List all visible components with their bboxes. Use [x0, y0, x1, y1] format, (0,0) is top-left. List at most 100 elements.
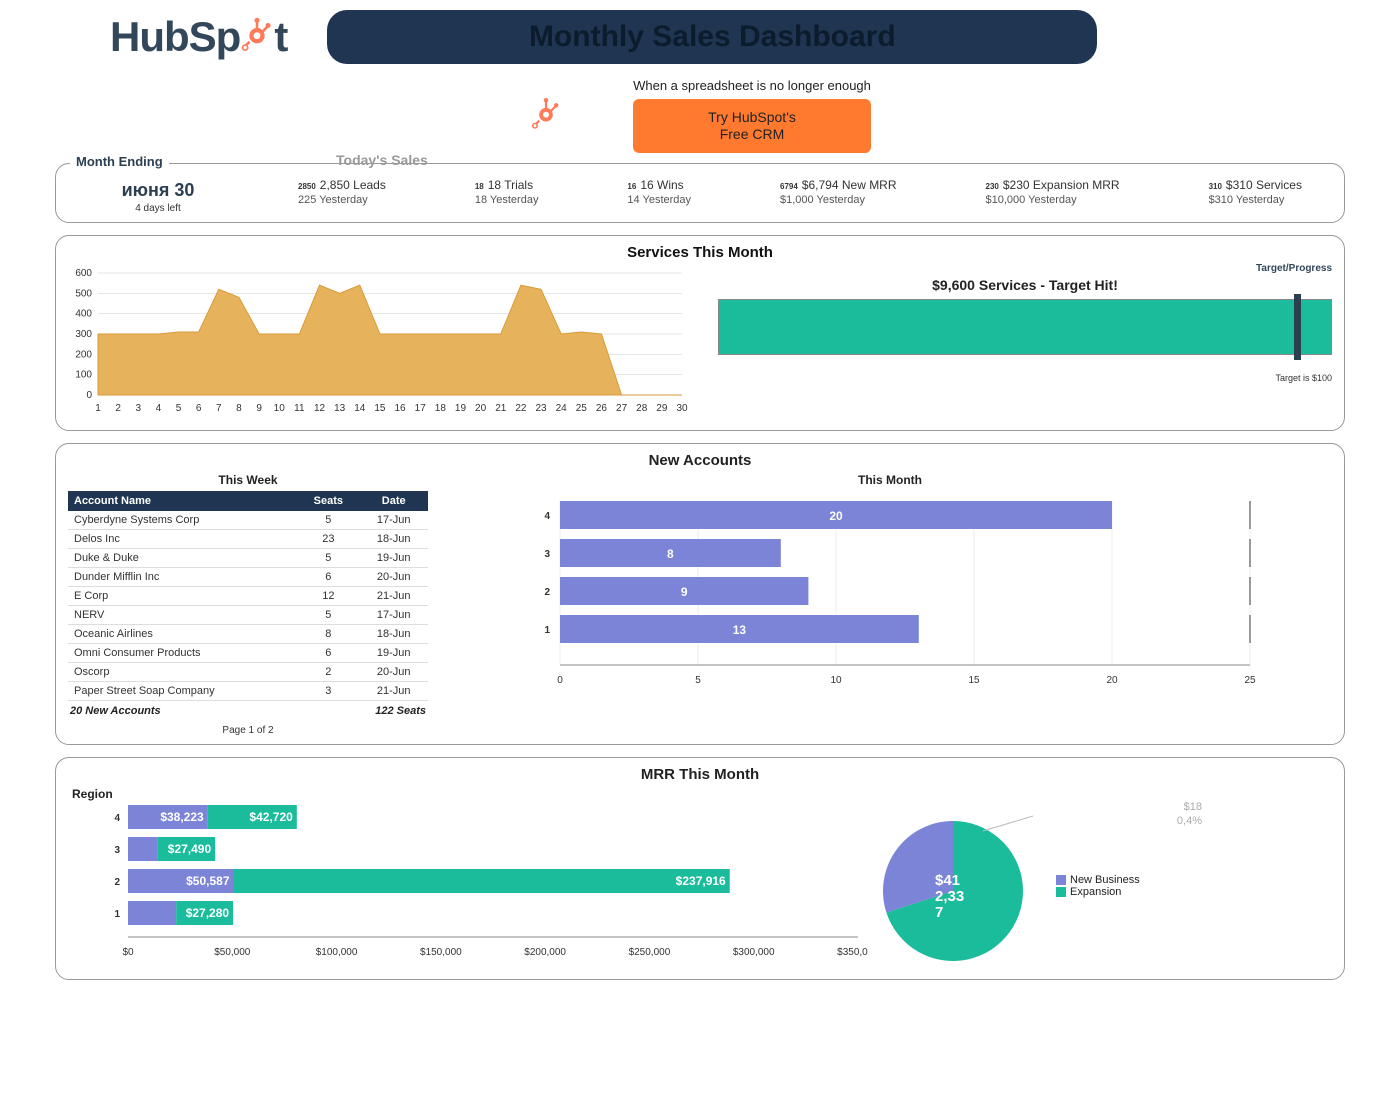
svg-text:3: 3	[135, 403, 141, 414]
accounts-footer-right: 122 Seats	[375, 705, 426, 717]
svg-text:14: 14	[354, 403, 366, 414]
region-label: Region	[72, 787, 1332, 801]
new-accounts-title: New Accounts	[68, 452, 1332, 469]
svg-text:$200,000: $200,000	[524, 947, 566, 958]
svg-text:8: 8	[236, 403, 242, 414]
svg-text:20: 20	[475, 403, 487, 414]
target-marker	[1294, 294, 1301, 360]
svg-text:300: 300	[75, 329, 92, 340]
svg-text:3: 3	[544, 549, 550, 560]
stat-item: 6794$6,794 New MRR$1,000 Yesterday	[780, 178, 897, 206]
svg-text:9: 9	[681, 585, 688, 599]
svg-text:11: 11	[294, 403, 305, 414]
table-row: Omni Consumer Products619-Jun	[68, 643, 428, 662]
svg-text:$300,000: $300,000	[733, 947, 775, 958]
hubspot-logo: HubSp t	[110, 13, 287, 61]
col-date: Date	[359, 491, 428, 511]
svg-text:12: 12	[314, 403, 326, 414]
svg-text:19: 19	[455, 403, 467, 414]
svg-text:$237,916: $237,916	[676, 874, 726, 888]
try-crm-button[interactable]: Try HubSpot'sFree CRM	[633, 99, 871, 153]
col-account: Account Name	[68, 491, 297, 511]
services-target-block: Target/Progress $9,600 Services - Target…	[718, 267, 1332, 422]
svg-text:400: 400	[75, 308, 92, 319]
svg-text:16: 16	[395, 403, 407, 414]
svg-text:600: 600	[75, 268, 92, 279]
svg-text:4: 4	[544, 511, 550, 522]
svg-text:13: 13	[334, 403, 346, 414]
svg-text:17: 17	[415, 403, 427, 414]
svg-text:1: 1	[95, 403, 101, 414]
stat-item: 230$230 Expansion MRR$10,000 Yesterday	[986, 178, 1120, 206]
dashboard-title-banner: Monthly Sales Dashboard	[327, 10, 1097, 64]
svg-text:6: 6	[196, 403, 202, 414]
table-row: Oscorp220-Jun	[68, 662, 428, 681]
svg-text:$27,280: $27,280	[186, 906, 230, 920]
svg-text:20: 20	[1106, 675, 1118, 686]
svg-text:200: 200	[75, 349, 92, 360]
svg-text:25: 25	[576, 403, 588, 414]
svg-text:4: 4	[156, 403, 162, 414]
table-row: Duke & Duke519-Jun	[68, 548, 428, 567]
svg-text:5: 5	[176, 403, 182, 414]
accounts-this-month: This Month 05101520254203829113	[448, 473, 1332, 736]
svg-text:$42,720: $42,720	[249, 810, 293, 824]
svg-text:7: 7	[935, 904, 943, 921]
table-row: E Corp1221-Jun	[68, 586, 428, 605]
svg-text:7: 7	[216, 403, 222, 414]
svg-text:100: 100	[75, 369, 92, 380]
table-row: Paper Street Soap Company321-Jun	[68, 681, 428, 700]
pie-callout-2: 0,4%	[1177, 815, 1202, 827]
svg-text:15: 15	[374, 403, 386, 414]
svg-text:$350,000: $350,000	[837, 947, 868, 958]
services-area-chart: 0100200300400500600123456789101112131415…	[68, 267, 688, 422]
month-ending-legend: Month Ending	[70, 154, 169, 169]
svg-text:$250,000: $250,000	[629, 947, 671, 958]
accounts-this-week: This Week Account Name Seats Date Cyberd…	[68, 473, 428, 736]
mrr-bar-chart: $0 $50,000 $100,000 $150,000 $200,000 $250,00…	[68, 801, 868, 966]
target-footer: Target is $100	[718, 373, 1332, 383]
svg-text:10: 10	[830, 675, 842, 686]
stat-item: 310$310 Services$310 Yesterday	[1209, 178, 1302, 206]
svg-text:$150,000: $150,000	[420, 947, 462, 958]
table-row: Oceanic Airlines818-Jun	[68, 624, 428, 643]
svg-text:0: 0	[86, 390, 92, 401]
svg-text:20: 20	[829, 509, 843, 523]
mrr-panel: MRR This Month Region $0$50,000$100,000$…	[55, 757, 1345, 980]
svg-text:$100,000: $100,000	[316, 947, 358, 958]
pie-callout-1: $18	[1184, 801, 1202, 813]
target-progress-link[interactable]: Target/Progress	[1256, 263, 1332, 274]
stats-panel: Month Ending Today's Sales июня 30 4 day…	[55, 163, 1345, 223]
table-row: Cyberdyne Systems Corp517-Jun	[68, 511, 428, 530]
svg-text:$38,223: $38,223	[160, 810, 204, 824]
new-accounts-panel: New Accounts This Week Account Name Seat…	[55, 443, 1345, 745]
svg-text:500: 500	[75, 288, 92, 299]
svg-text:2: 2	[544, 587, 550, 598]
stat-item: 28502,850 Leads225 Yesterday	[298, 178, 386, 206]
target-hit-label: $9,600 Services - Target Hit!	[718, 277, 1332, 293]
svg-text:$0: $0	[122, 947, 134, 958]
svg-text:$50,587: $50,587	[186, 874, 230, 888]
svg-text:24: 24	[556, 403, 568, 414]
svg-text:0: 0	[557, 675, 563, 686]
month-end-block: июня 30 4 days left	[68, 172, 248, 214]
svg-text:$50,000: $50,000	[214, 947, 251, 958]
svg-text:2,33: 2,33	[935, 888, 964, 905]
svg-text:10: 10	[274, 403, 286, 414]
svg-text:2: 2	[114, 877, 120, 888]
accounts-table: Account Name Seats Date Cyberdyne System…	[68, 491, 428, 701]
svg-text:29: 29	[656, 403, 668, 414]
svg-text:5: 5	[695, 675, 701, 686]
this-month-label: This Month	[448, 473, 1332, 487]
mrr-pie-chart: $412,337 $18 0,4% New Business Expansion	[878, 801, 1332, 971]
svg-text:4: 4	[114, 813, 120, 824]
table-row: Dunder Mifflin Inc620-Jun	[68, 567, 428, 586]
sprocket-icon	[240, 13, 274, 61]
svg-text:1: 1	[544, 625, 550, 636]
svg-text:27: 27	[616, 403, 628, 414]
accounts-pager: Page 1 of 2	[68, 725, 428, 736]
svg-text:28: 28	[636, 403, 648, 414]
accounts-footer-left: 20 New Accounts	[70, 705, 161, 717]
col-seats: Seats	[297, 491, 359, 511]
svg-text:30: 30	[676, 403, 688, 414]
